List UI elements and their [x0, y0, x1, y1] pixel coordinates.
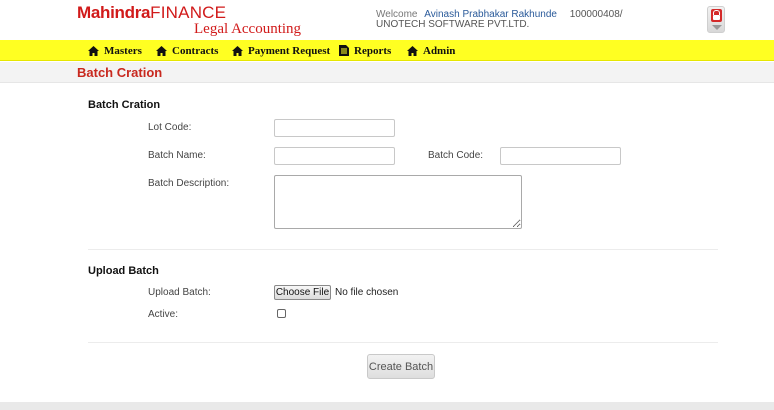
nav-label: Reports [354, 44, 392, 57]
batch-name-input[interactable] [274, 147, 395, 165]
batch-description-label: Batch Description: [148, 178, 230, 189]
main-nav: Masters Contracts Payment Request Report… [0, 40, 774, 61]
logout-button[interactable] [707, 6, 725, 33]
upload-section-title: Upload Batch [88, 265, 159, 277]
home-icon [407, 45, 418, 56]
section-divider [88, 249, 718, 250]
company-name: UNOTECH SOFTWARE PVT.LTD. [376, 19, 530, 30]
batch-code-label: Batch Code: [428, 150, 484, 161]
nav-item-masters[interactable]: Masters [88, 40, 142, 61]
page-footer [0, 402, 774, 410]
batch-section-title: Batch Cration [88, 99, 161, 111]
page-title: Batch Cration [77, 65, 163, 80]
upload-batch-label: Upload Batch: [148, 287, 211, 298]
nav-label: Admin [423, 44, 456, 57]
document-icon [339, 45, 349, 56]
logo-finance-text: FINANCE [150, 3, 227, 22]
mahindra-finance-logo: MahindraFINANCE Legal Accounting [77, 3, 301, 38]
nav-item-payment-request[interactable]: Payment Request [232, 40, 330, 61]
batch-code-input[interactable] [500, 147, 621, 165]
chevron-down-icon [712, 25, 722, 30]
lock-icon [711, 9, 722, 22]
home-icon [156, 45, 167, 56]
nav-label: Masters [104, 44, 142, 57]
home-icon [232, 45, 243, 56]
active-label: Active: [148, 309, 179, 320]
app-name: Legal Accounting [194, 21, 302, 37]
nav-label: Contracts [172, 44, 219, 57]
file-status-text: No file chosen [335, 287, 399, 298]
active-checkbox[interactable] [277, 309, 286, 318]
batch-name-label: Batch Name: [148, 150, 206, 161]
home-icon [88, 45, 99, 56]
lot-code-input[interactable] [274, 119, 395, 137]
nav-label: Payment Request [248, 44, 331, 57]
user-id: 100000408/ [569, 9, 623, 20]
logo-brand-text: Mahindra [77, 3, 151, 22]
app-header: MahindraFINANCE Legal Accounting Welcome… [0, 0, 774, 40]
create-batch-button[interactable]: Create Batch [367, 354, 435, 379]
lot-code-label: Lot Code: [148, 122, 192, 133]
nav-item-admin[interactable]: Admin [407, 40, 455, 61]
nav-item-reports[interactable]: Reports [339, 40, 391, 61]
choose-file-button[interactable]: Choose File [274, 285, 331, 300]
section-divider [88, 342, 718, 343]
nav-item-contracts[interactable]: Contracts [156, 40, 218, 61]
batch-description-textarea[interactable] [274, 175, 522, 229]
